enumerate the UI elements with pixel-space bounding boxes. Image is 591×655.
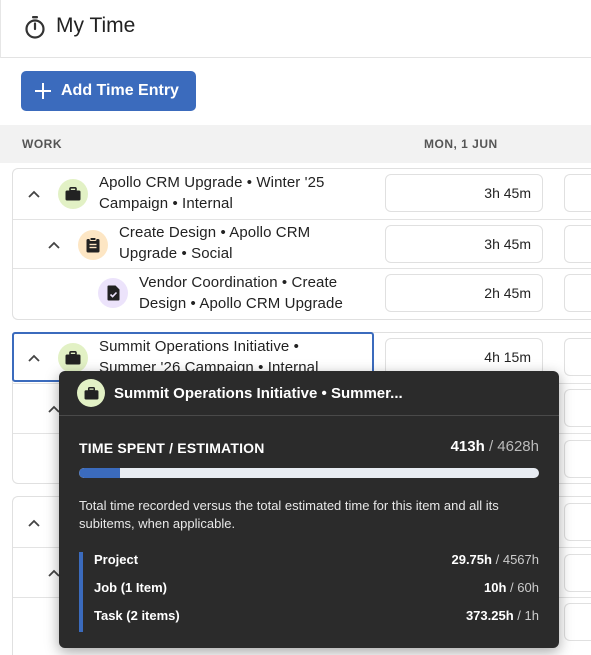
chevron-up-icon[interactable] [27, 518, 41, 528]
row-label[interactable]: Apollo CRM Upgrade • Winter '25 Campaign… [99, 172, 324, 214]
page-title: My Time [56, 14, 136, 37]
row-label-line: Apollo CRM Upgrade • Winter '25 [99, 174, 325, 191]
breakdown-value: 29.75h / 4567h [451, 552, 539, 567]
time-cell-next-day[interactable] [564, 389, 591, 427]
time-cell-next-day[interactable] [564, 603, 591, 641]
time-cell-next-day[interactable] [564, 338, 591, 376]
column-header-day[interactable]: MON, 1 JUN [424, 137, 498, 151]
chevron-up-icon[interactable] [27, 353, 41, 363]
chevron-up-icon[interactable] [27, 189, 41, 199]
time-cell-next-day[interactable] [564, 440, 591, 478]
task-doc-icon [98, 278, 128, 308]
separator: / [517, 608, 521, 623]
tooltip-totals: 413h / 4628h [451, 438, 539, 455]
progress-fill [79, 468, 120, 478]
row-label-line: Design • Apollo CRM Upgrade [139, 295, 343, 312]
table-row[interactable]: Create Design • Apollo CRM Upgrade • Soc… [13, 219, 591, 268]
time-value: 2h 45m [484, 285, 531, 301]
clipboard-icon [78, 230, 108, 260]
time-cell[interactable]: 3h 45m [385, 174, 543, 212]
work-group-card: Apollo CRM Upgrade • Winter '25 Campaign… [12, 168, 591, 320]
separator: / [488, 438, 494, 455]
row-label-line: Create Design • Apollo CRM [119, 224, 311, 241]
breakdown-estimate: 1h [524, 608, 539, 623]
time-breakdown: Project 29.75h / 4567h Job (1 Item) 10h … [79, 552, 539, 632]
breakdown-row: Job (1 Item) 10h / 60h [94, 580, 539, 600]
tooltip-title: Summit Operations Initiative • Summer... [114, 385, 403, 402]
breakdown-value: 10h / 60h [484, 580, 539, 595]
time-estimation-tooltip: Summit Operations Initiative • Summer...… [59, 371, 559, 648]
add-time-entry-label: Add Time Entry [61, 82, 179, 99]
add-time-entry-button[interactable]: Add Time Entry [21, 71, 196, 111]
row-label-line: Campaign • Internal [99, 195, 233, 212]
breakdown-spent: 373.25h [465, 608, 514, 623]
separator: / [510, 580, 514, 595]
table-row[interactable]: Apollo CRM Upgrade • Winter '25 Campaign… [13, 169, 591, 219]
time-cell-next-day[interactable] [564, 503, 591, 541]
time-cell-next-day[interactable] [564, 554, 591, 592]
breakdown-label: Project [94, 552, 139, 567]
tooltip-section-title: TIME SPENT / ESTIMATION [79, 440, 265, 456]
time-progress-bar [79, 468, 539, 478]
briefcase-icon [77, 379, 105, 407]
column-header-work: WORK [22, 137, 62, 151]
breakdown-row: Project 29.75h / 4567h [94, 552, 539, 572]
time-value: 3h 45m [484, 185, 531, 201]
time-value: 3h 45m [484, 236, 531, 252]
stopwatch-icon [25, 16, 45, 39]
time-cell-next-day[interactable] [564, 225, 591, 263]
briefcase-icon [58, 179, 88, 209]
plus-icon [35, 83, 51, 99]
breakdown-label: Task (2 items) [94, 608, 180, 623]
table-header: WORK MON, 1 JUN [0, 125, 591, 163]
chevron-up-icon[interactable] [47, 240, 61, 250]
time-value: 4h 15m [484, 349, 531, 365]
row-label-line: Vendor Coordination • Create [139, 274, 338, 291]
time-cell-next-day[interactable] [564, 274, 591, 312]
briefcase-icon [58, 343, 88, 373]
time-cell[interactable]: 3h 45m [385, 225, 543, 263]
tooltip-header: Summit Operations Initiative • Summer... [59, 371, 559, 416]
breakdown-estimate: 4567h [502, 552, 539, 567]
time-spent: 413h [450, 438, 485, 455]
row-label-line: Upgrade • Social [119, 245, 233, 262]
breakdown-value: 373.25h / 1h [466, 608, 539, 623]
tooltip-description: Total time recorded versus the total est… [79, 498, 499, 531]
header-divider [0, 0, 1, 58]
time-estimate: 4628h [497, 438, 539, 455]
breakdown-row: Task (2 items) 373.25h / 1h [94, 608, 539, 628]
time-cell[interactable]: 2h 45m [385, 274, 543, 312]
breakdown-spent: 29.75h [451, 552, 492, 567]
table-row[interactable]: Vendor Coordination • Create Design • Ap… [13, 268, 591, 320]
row-label[interactable]: Create Design • Apollo CRM Upgrade • Soc… [119, 222, 310, 264]
time-cell-next-day[interactable] [564, 174, 591, 212]
row-label[interactable]: Vendor Coordination • Create Design • Ap… [139, 272, 343, 314]
row-label-line: Summit Operations Initiative • [99, 338, 299, 355]
breakdown-label: Job (1 Item) [94, 580, 167, 595]
separator: / [495, 552, 500, 567]
breakdown-spent: 10h [484, 580, 507, 595]
breakdown-estimate: 60h [517, 580, 539, 595]
page-header: My Time [0, 0, 591, 58]
